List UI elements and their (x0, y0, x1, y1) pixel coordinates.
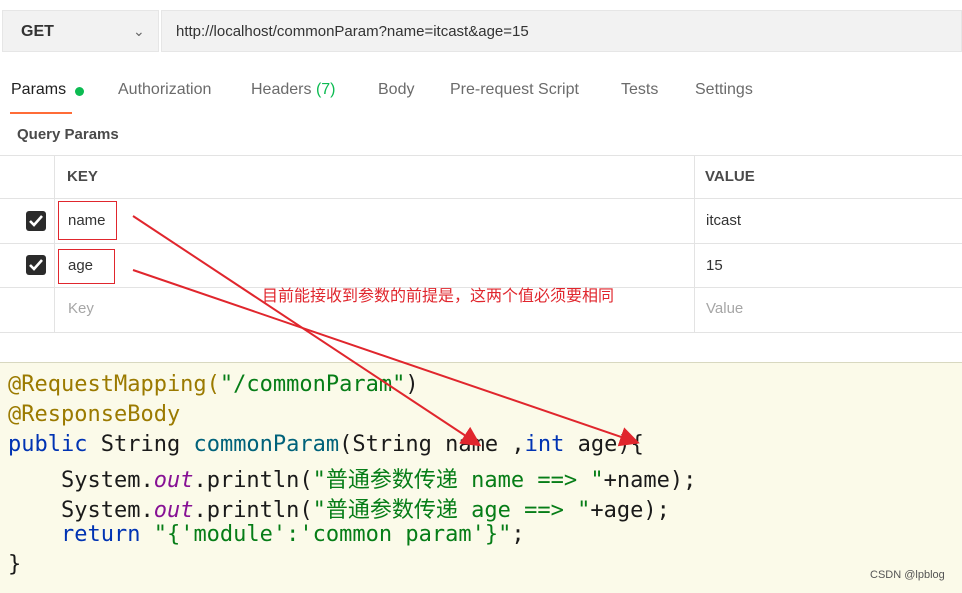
watermark: CSDN @lpblog (870, 569, 945, 581)
annotation-note: 目前能接收到参数的前提是，这两个值必须要相同 (262, 286, 615, 305)
